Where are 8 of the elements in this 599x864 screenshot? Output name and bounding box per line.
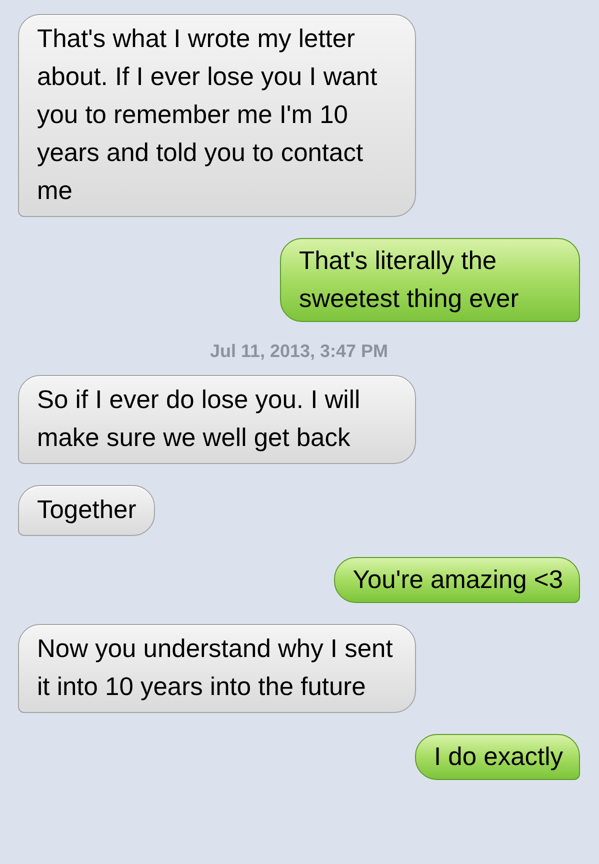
message-timestamp: Jul 11, 2013, 3:47 PM <box>210 340 388 363</box>
outgoing-message-bubble: That's literally the sweetest thing ever <box>280 238 580 322</box>
outgoing-message-bubble: I do exactly <box>415 734 580 780</box>
outgoing-message-bubble: You're amazing <3 <box>334 557 580 603</box>
incoming-message-bubble: Together <box>18 485 156 536</box>
incoming-message-bubble: So if I ever do lose you. I will make sure we well get back <box>18 375 416 464</box>
incoming-message-bubble: Now you understand why I sent it into 10 years into the future <box>18 624 416 713</box>
incoming-message-bubble: That's what I wrote my letter about. If I ever lose you I want you to remember me I'm 10 years and told you to contact me <box>18 14 416 217</box>
